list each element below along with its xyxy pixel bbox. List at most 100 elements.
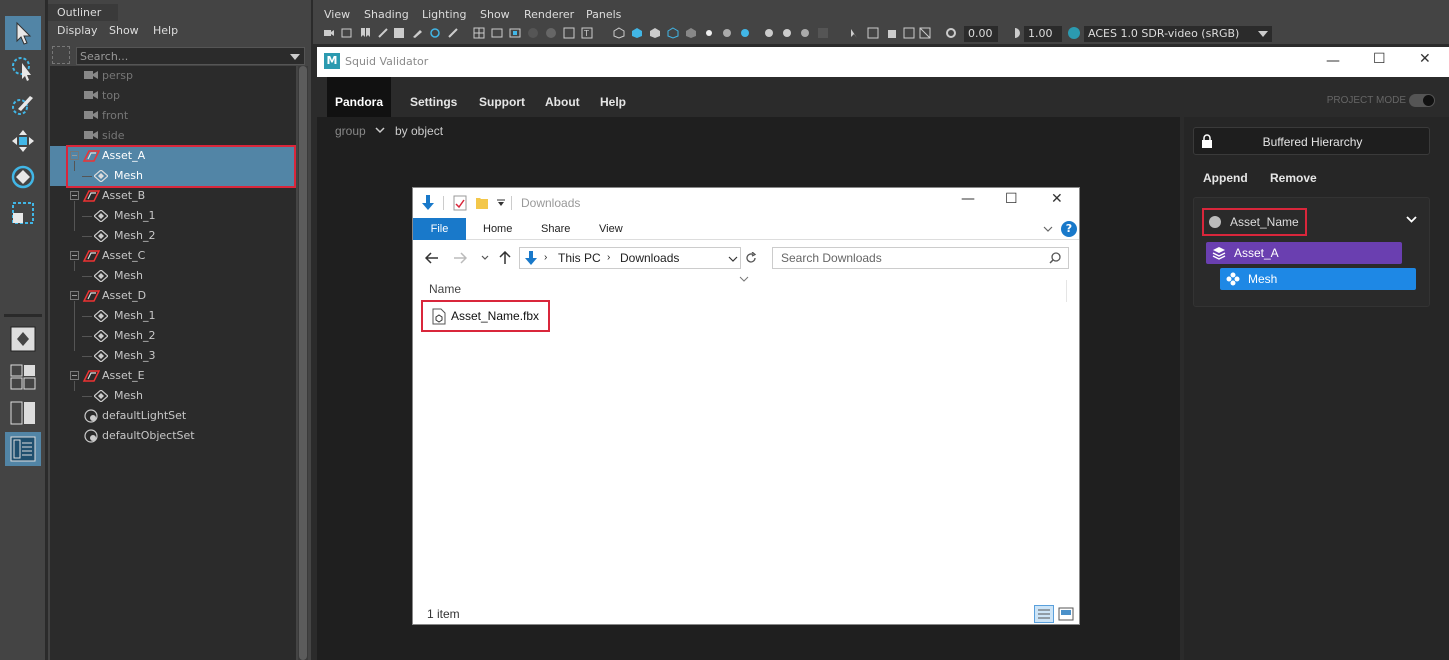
scale-tool-button[interactable]	[5, 196, 41, 230]
outliner-item-asset-e[interactable]: Asset_E	[50, 366, 296, 386]
outliner-item-asset-d-mesh-2[interactable]: Mesh_2	[50, 326, 296, 346]
breadcrumb-this-pc[interactable]: This PC	[558, 251, 601, 265]
quick-access-dropdown-icon[interactable]	[497, 199, 505, 207]
collapse-icon[interactable]	[70, 251, 79, 260]
outliner-item-side[interactable]: side	[50, 126, 296, 146]
backface-icon[interactable]	[903, 27, 915, 39]
outliner-item-top[interactable]: top	[50, 86, 296, 106]
large-icons-view-icon[interactable]	[1058, 607, 1074, 621]
group-value[interactable]: by object	[395, 124, 443, 138]
field-chart-icon[interactable]	[545, 27, 557, 39]
viewport-menu-renderer[interactable]: Renderer	[524, 8, 574, 21]
explorer-close-button[interactable]: ✕	[1051, 191, 1063, 207]
properties-icon[interactable]	[453, 195, 467, 211]
sort-chevron-icon[interactable]	[739, 276, 749, 282]
select-highlight-icon[interactable]	[849, 27, 861, 39]
append-button[interactable]: Append	[1203, 171, 1248, 185]
scrollbar-thumb[interactable]	[299, 66, 307, 660]
minimize-button[interactable]: —	[1326, 53, 1340, 69]
file-item-asset-name-fbx[interactable]: Asset_Name.fbx	[421, 300, 550, 332]
lasso-tool-button[interactable]	[5, 52, 41, 86]
viewport-menu-shading[interactable]: Shading	[364, 8, 409, 21]
single-layout-button[interactable]	[5, 322, 41, 356]
new-folder-icon[interactable]	[475, 196, 489, 210]
2d-pan-zoom-icon[interactable]	[393, 27, 405, 39]
safe-title-icon[interactable]: T	[581, 27, 593, 39]
gamma-icon[interactable]	[1009, 27, 1021, 39]
select-camera-icon[interactable]	[323, 27, 335, 39]
address-dropdown-icon[interactable]	[728, 256, 738, 263]
close-button[interactable]: ✕	[1419, 51, 1431, 67]
chevron-down-icon[interactable]	[1406, 216, 1417, 223]
xray-active-icon[interactable]	[885, 27, 897, 39]
ambient-occlusion-icon[interactable]	[739, 27, 751, 39]
explorer-maximize-button[interactable]: ☐	[1005, 191, 1018, 207]
ribbon-tab-share[interactable]: Share	[541, 218, 570, 240]
outliner-menu-display[interactable]: Display	[57, 24, 98, 37]
camera-attributes-icon[interactable]	[341, 27, 353, 39]
nav-about[interactable]: About	[545, 77, 580, 117]
chevron-down-icon[interactable]	[375, 127, 385, 134]
viewport-menu-panels[interactable]: Panels	[586, 8, 621, 21]
outliner-scrollbar[interactable]	[298, 66, 308, 660]
collapse-icon[interactable]	[70, 191, 79, 200]
four-view-layout-button[interactable]	[5, 360, 41, 394]
expand-ribbon-icon[interactable]	[1043, 226, 1053, 233]
chip-mesh[interactable]: Mesh	[1220, 268, 1416, 290]
nav-settings[interactable]: Settings	[410, 77, 457, 117]
nav-support[interactable]: Support	[479, 77, 525, 117]
outliner-item-asset-d-mesh-1[interactable]: Mesh_1	[50, 306, 296, 326]
safe-action-icon[interactable]	[563, 27, 575, 39]
outliner-item-asset-b-mesh-1[interactable]: Mesh_1	[50, 206, 296, 226]
viewport-menu-view[interactable]: View	[324, 8, 350, 21]
xray-joints-icon[interactable]	[867, 27, 879, 39]
two-view-layout-button[interactable]	[5, 396, 41, 430]
motion-blur-icon[interactable]	[763, 27, 775, 39]
collapse-icon[interactable]	[70, 371, 79, 380]
outliner-tab[interactable]: Outliner	[48, 4, 118, 21]
viewport-menu-lighting[interactable]: Lighting	[422, 8, 466, 21]
details-view-icon[interactable]	[1034, 605, 1054, 623]
shadows-icon[interactable]	[721, 27, 733, 39]
grease-pencil-icon[interactable]	[411, 27, 423, 39]
anti-aliasing-icon[interactable]	[781, 27, 793, 39]
outliner-menu-help[interactable]: Help	[153, 24, 178, 37]
search-downloads-input[interactable]: Search Downloads	[772, 247, 1069, 269]
viewport-menu-show[interactable]: Show	[480, 8, 510, 21]
back-arrow-icon[interactable]	[425, 252, 439, 264]
wireframe-icon[interactable]	[613, 27, 625, 39]
color-management-icon[interactable]	[1067, 26, 1081, 40]
maximize-button[interactable]: ☐	[1373, 51, 1386, 67]
outliner-layout-button[interactable]	[5, 432, 41, 466]
column-header-name[interactable]: Name	[429, 282, 461, 296]
outliner-menu-show[interactable]: Show	[109, 24, 139, 37]
exposure-icon[interactable]	[919, 27, 931, 39]
exposure-field[interactable]: 0.00	[964, 26, 998, 42]
gate-mask-icon[interactable]	[527, 27, 539, 39]
refresh-icon[interactable]	[745, 252, 757, 264]
ribbon-tab-home[interactable]: Home	[483, 218, 512, 240]
lights-icon[interactable]	[703, 27, 715, 39]
asset-name-field[interactable]: Asset_Name	[1202, 208, 1307, 236]
grid-icon[interactable]	[473, 27, 485, 39]
up-arrow-icon[interactable]	[499, 251, 511, 265]
remove-button[interactable]: Remove	[1270, 171, 1317, 185]
search-dropdown-icon[interactable]	[290, 54, 300, 60]
isolate-icon[interactable]	[817, 27, 829, 39]
exposure-reset-icon[interactable]	[945, 27, 957, 39]
nav-help[interactable]: Help	[600, 77, 626, 117]
outliner-item-asset-c[interactable]: Asset_C	[50, 246, 296, 266]
smooth-shade-icon[interactable]	[631, 27, 643, 39]
outliner-item-asset-e-mesh[interactable]: Mesh	[50, 386, 296, 406]
outliner-item-default-light-set[interactable]: defaultLightSet	[50, 406, 296, 426]
outliner-item-asset-b[interactable]: Asset_B	[50, 186, 296, 206]
depth-of-field-icon[interactable]	[799, 27, 811, 39]
textured-icon[interactable]	[685, 27, 697, 39]
camera-cam-icon[interactable]	[429, 27, 441, 39]
outliner-item-asset-c-mesh[interactable]: Mesh	[50, 266, 296, 286]
move-tool-button[interactable]	[5, 124, 41, 158]
project-mode-toggle[interactable]	[1409, 94, 1435, 107]
chip-asset-a[interactable]: Asset_A	[1206, 242, 1402, 264]
xray-icon[interactable]	[667, 27, 679, 39]
outliner-item-front[interactable]: front	[50, 106, 296, 126]
